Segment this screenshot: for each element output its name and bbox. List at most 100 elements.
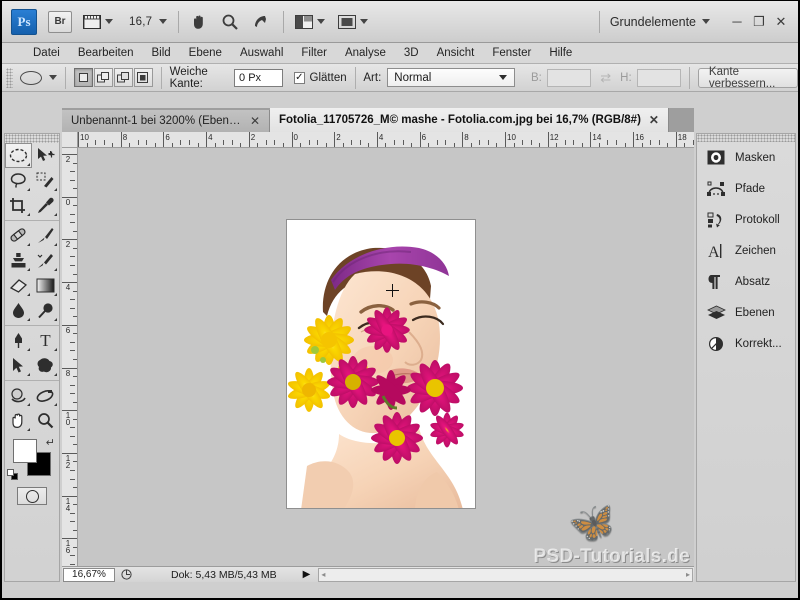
crop-tool[interactable]: [5, 193, 32, 218]
tool-preset-picker[interactable]: [20, 70, 58, 85]
ruler-major-tick: [62, 324, 77, 326]
document-image[interactable]: [286, 219, 476, 509]
ruler-corner[interactable]: [62, 132, 78, 148]
panel-button-korrekturen[interactable]: Korrekt...: [697, 328, 795, 359]
canvas-area[interactable]: 🦋 PSD-Tutorials.de: [78, 148, 694, 566]
lasso-tool[interactable]: [5, 168, 32, 193]
ruler-label: 18: [677, 133, 687, 142]
path-selection-tool[interactable]: [5, 353, 32, 378]
scroll-right-arrow[interactable]: ▸: [686, 570, 690, 579]
rotate-view-tool-button[interactable]: [250, 9, 272, 35]
history-brush-tool[interactable]: [32, 248, 59, 273]
panel-button-zeichen[interactable]: A Zeichen: [697, 235, 795, 266]
3d-rotate-tool[interactable]: [5, 383, 32, 408]
swap-colors-icon[interactable]: ↵: [46, 436, 55, 449]
vertical-ruler[interactable]: 2 0 2 4 6 8 10 12 14 16: [62, 148, 78, 566]
menu-auswahl[interactable]: Auswahl: [231, 43, 292, 64]
thumbnail-icon[interactable]: [115, 569, 137, 580]
bridge-button[interactable]: Br: [48, 10, 72, 33]
menu-datei[interactable]: Datei: [24, 43, 69, 64]
ruler-minor-tick: [137, 140, 139, 145]
tab-close-icon[interactable]: ✕: [649, 113, 659, 127]
zoom-level-value[interactable]: 16,7: [129, 16, 152, 28]
3d-orbit-tool[interactable]: [32, 383, 59, 408]
eraser-tool[interactable]: [5, 273, 32, 298]
menu-bild[interactable]: Bild: [142, 43, 179, 64]
scroll-left-arrow[interactable]: ◂: [321, 570, 325, 579]
move-tool[interactable]: [32, 143, 59, 168]
menu-bearbeiten[interactable]: Bearbeiten: [69, 43, 143, 64]
ruler-minor-tick: [351, 140, 353, 145]
tab-close-icon[interactable]: ✕: [250, 114, 260, 128]
menu-3d[interactable]: 3D: [395, 43, 428, 64]
panel-label: Masken: [735, 151, 776, 164]
panel-button-masken[interactable]: Masken: [697, 142, 795, 173]
status-menu-arrow[interactable]: ▶: [303, 569, 311, 580]
ruler-minor-tick: [487, 140, 489, 145]
menu-analyse[interactable]: Analyse: [336, 43, 395, 64]
custom-shape-tool[interactable]: [32, 353, 59, 378]
menu-fenster[interactable]: Fenster: [483, 43, 540, 64]
ruler-label: 4: [65, 283, 71, 293]
hand-tool-button[interactable]: [188, 9, 210, 35]
minimize-button[interactable]: ─: [726, 11, 748, 33]
zoom-chevron-down-icon[interactable]: [159, 19, 168, 24]
workspace-label[interactable]: Grundelemente: [610, 15, 696, 29]
restore-button[interactable]: ❐: [748, 11, 770, 33]
document-tab-fotolia[interactable]: Fotolia_11705726_M© mashe - Fotolia.com.…: [270, 108, 669, 132]
clone-stamp-tool[interactable]: [5, 248, 32, 273]
menu-hilfe[interactable]: Hilfe: [540, 43, 581, 64]
elliptical-marquee-tool[interactable]: [5, 143, 32, 168]
hand-tool[interactable]: [5, 408, 32, 433]
intersect-selection-button[interactable]: [133, 68, 153, 87]
blur-tool[interactable]: [5, 298, 32, 323]
new-selection-button[interactable]: [73, 68, 93, 87]
horizontal-scrollbar[interactable]: ◂ ▸: [318, 567, 693, 582]
panel-button-ebenen[interactable]: Ebenen: [697, 297, 795, 328]
quick-selection-tool[interactable]: [32, 168, 59, 193]
zoom-percentage-field[interactable]: 16,67%: [63, 567, 115, 582]
pen-tool[interactable]: [5, 328, 32, 353]
subtract-from-selection-button[interactable]: [113, 68, 133, 87]
quick-mask-toggle[interactable]: [5, 487, 59, 505]
paragraph-icon: [706, 272, 726, 292]
workspace-chevron-down-icon[interactable]: [702, 19, 710, 24]
dock-grip[interactable]: [697, 134, 795, 142]
gradient-tool[interactable]: [32, 273, 59, 298]
ruler-minor-tick: [70, 512, 75, 514]
view-extras-button[interactable]: [81, 9, 115, 35]
zoom-tool[interactable]: [32, 408, 59, 433]
menu-ansicht[interactable]: Ansicht: [428, 43, 484, 64]
spot-healing-brush-tool[interactable]: [5, 223, 32, 248]
swap-dimensions-icon[interactable]: ⇄: [600, 70, 611, 86]
eyedropper-tool[interactable]: [32, 193, 59, 218]
foreground-color-swatch[interactable]: [13, 439, 37, 463]
dodge-tool[interactable]: [32, 298, 59, 323]
application-bar: Ps Br 16,7 Grundelemente ─ ❐ ✕: [2, 1, 798, 43]
panel-button-protokoll[interactable]: Protokoll: [697, 204, 795, 235]
feather-input[interactable]: 0 Px: [234, 68, 284, 87]
width-input[interactable]: [546, 68, 592, 87]
ruler-label: 10: [80, 133, 89, 142]
screen-mode-button[interactable]: [336, 9, 370, 35]
menu-ebene[interactable]: Ebene: [180, 43, 231, 64]
antialias-checkbox[interactable]: ✓: [294, 71, 305, 84]
horizontal-ruler[interactable]: 10 8 6 4 2 0 2 4 6 8 10 12 14 16 18: [62, 132, 694, 148]
close-button[interactable]: ✕: [770, 11, 792, 33]
menu-filter[interactable]: Filter: [292, 43, 336, 64]
style-select[interactable]: Normal: [387, 68, 516, 87]
arrange-documents-button[interactable]: [293, 9, 327, 35]
horizontal-type-tool[interactable]: T: [32, 328, 59, 353]
default-colors-icon[interactable]: [7, 469, 18, 480]
options-bar-grip[interactable]: [6, 67, 14, 88]
panel-button-absatz[interactable]: Absatz: [697, 266, 795, 297]
brush-tool[interactable]: [32, 223, 59, 248]
height-input[interactable]: [636, 68, 682, 87]
panel-button-pfade[interactable]: Pfade: [697, 173, 795, 204]
ruler-label: 8: [464, 133, 469, 142]
document-tab-unbenannt-1[interactable]: Unbenannt-1 bei 3200% (Ebene ... ✕: [62, 110, 270, 132]
add-to-selection-button[interactable]: [93, 68, 113, 87]
toolbox-grip[interactable]: [5, 134, 59, 143]
zoom-tool-button[interactable]: [219, 9, 241, 35]
refine-edge-button[interactable]: Kante verbessern...: [697, 66, 798, 90]
